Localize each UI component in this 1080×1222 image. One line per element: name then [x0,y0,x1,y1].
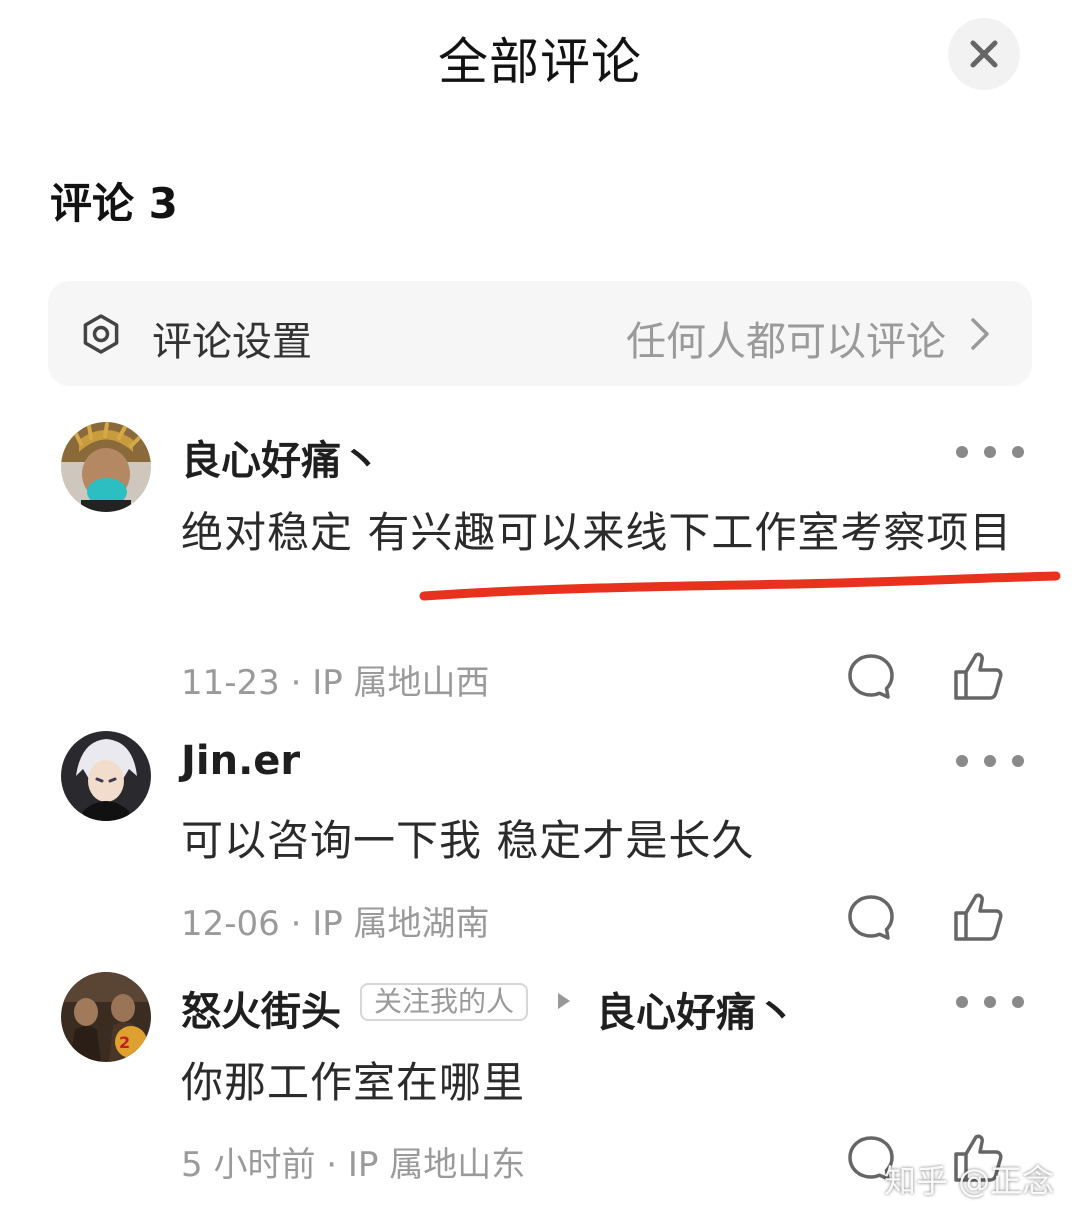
comment-meta: 11-23 · IP 属地山西 [181,663,490,703]
watermark: 知乎 @正念 [884,1162,1055,1200]
svg-text:2: 2 [119,1033,130,1052]
comment-meta: 5 小时前 · IP 属地山东 [181,1145,526,1185]
avatar[interactable] [61,731,151,821]
comment-meta: 12-06 · IP 属地湖南 [181,904,490,944]
close-icon [970,40,998,68]
comment-text: 绝对稳定 有兴趣可以来线下工作室考察项目 [181,508,1013,557]
like-icon[interactable] [952,891,1004,943]
more-options-icon[interactable] [952,442,1028,462]
more-options-icon[interactable] [952,751,1028,771]
comment-text: 可以咨询一下我 稳定才是长久 [181,816,755,865]
comment-count-title: 评论 3 [50,179,178,228]
reply-arrow-icon [558,993,570,1009]
avatar[interactable] [61,422,151,512]
page-title: 全部评论 [438,33,642,91]
settings-value: 任何人都可以评论 [626,319,946,365]
comment-text: 你那工作室在哪里 [181,1058,526,1107]
reply-target-username[interactable]: 良心好痛丶 [596,980,796,1038]
reply-icon[interactable] [846,893,896,943]
comment-username[interactable]: 怒火街头 [181,979,341,1037]
red-underline-annotation [419,571,1061,601]
avatar-image: 2 [61,972,151,1062]
comment-settings-row[interactable]: 评论设置 任何人都可以评论 [48,281,1032,386]
reply-icon[interactable] [846,652,896,702]
more-options-icon[interactable] [952,992,1028,1012]
avatar-image [61,422,151,512]
comment-username[interactable]: 良心好痛丶 [181,428,381,486]
close-button[interactable] [948,18,1020,90]
settings-label: 评论设置 [152,319,312,365]
settings-icon [83,314,119,354]
like-icon[interactable] [952,650,1004,702]
follower-tag: 关注我的人 [360,983,529,1021]
avatar-image [61,731,151,821]
chevron-right-icon [971,318,989,350]
comment-username[interactable]: Jin.er [181,738,300,784]
avatar[interactable]: 2 [61,972,151,1062]
